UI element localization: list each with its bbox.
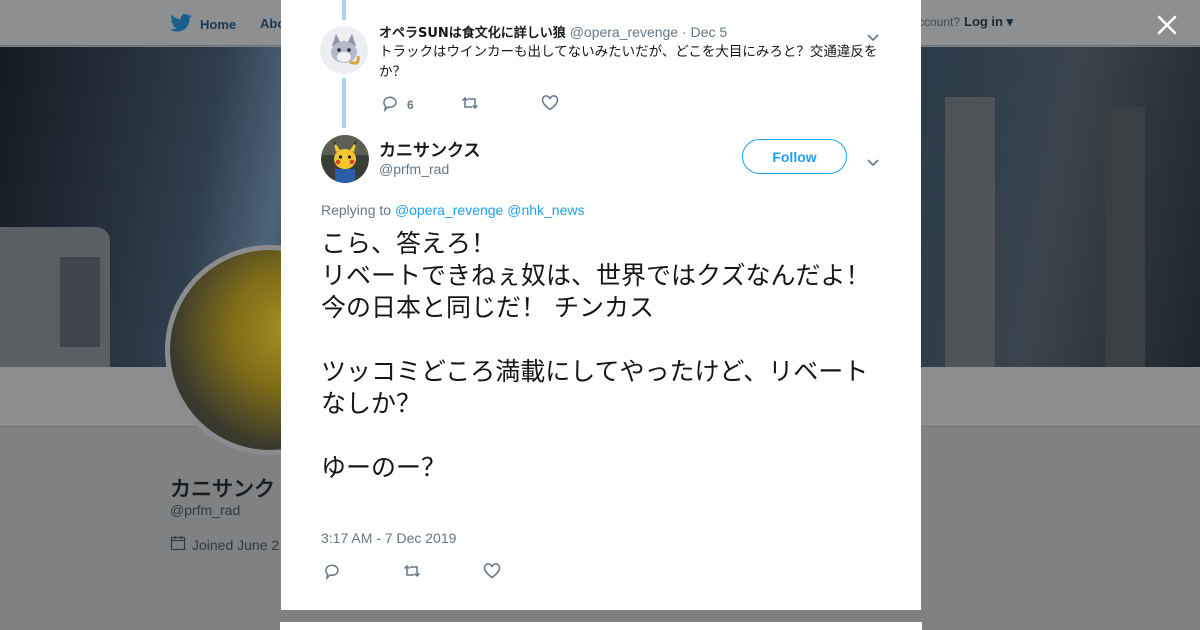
background-account-prompt: ccount? (918, 15, 961, 29)
background-nav-home: Home (170, 14, 236, 35)
tweet-text-line: ゆーのー？ (321, 453, 447, 482)
background-profile-name: カニサンク (170, 477, 275, 501)
parent-author-handle[interactable]: @opera_revenge (570, 24, 678, 40)
main-tweet-actions (323, 562, 501, 583)
thread-connector-line (342, 0, 346, 20)
nav-home-label: Home (200, 17, 237, 32)
retweet-icon (403, 562, 421, 583)
tweet-text-line (321, 420, 881, 452)
parent-tweet-text: トラックはウインカーも出してないみたいだが、どこを大目にみろと？交通違反をか？ (379, 44, 878, 80)
parent-reply-button[interactable]: 6 (381, 94, 461, 115)
tweet-modal: オペラSUNは食文化に詳しい狼 @opera_revenge · Dec 5 ト… (281, 0, 921, 610)
main-retweet-button[interactable] (403, 562, 483, 583)
tweet-text-line: リベートできねぇ奴は、世界ではクズなんだよ！ (321, 261, 871, 290)
login-label: Log in (964, 14, 1003, 29)
like-icon (541, 94, 559, 115)
chevron-down-icon (866, 153, 880, 172)
parent-like-button[interactable] (541, 94, 567, 115)
parent-tweet-header: オペラSUNは食文化に詳しい狼 @opera_revenge · Dec 5 (379, 22, 727, 41)
retweet-icon (461, 94, 479, 115)
replying-to-link[interactable]: @nhk_news (507, 202, 584, 218)
follow-button[interactable]: Follow (742, 139, 847, 174)
banner-truck-panel (945, 97, 995, 367)
parent-tweet-menu[interactable] (866, 28, 880, 42)
tweet-text-line: 今の日本と同じだ！ チンカス (321, 293, 654, 322)
banner-truck-panel-2 (1105, 107, 1145, 367)
main-author-name[interactable]: カニサンクス (379, 136, 481, 161)
main-like-button[interactable] (483, 562, 501, 583)
reply-count: 6 (407, 97, 414, 112)
reply-icon (381, 94, 399, 115)
replying-to-link[interactable]: @opera_revenge (395, 202, 503, 218)
background-login-link: Log in ▾ (964, 14, 1014, 29)
background-joined-info: Joined June 2 (170, 535, 279, 554)
main-tweet-menu[interactable] (866, 153, 880, 167)
replying-prefix: Replying to (321, 202, 392, 218)
parent-tweet-actions: 6 (381, 94, 567, 115)
twitter-bird-icon (170, 14, 192, 35)
main-author-avatar[interactable] (321, 135, 369, 183)
next-modal-card-edge (280, 622, 922, 630)
calendar-icon (170, 535, 186, 554)
parent-author-name[interactable]: オペラSUNは食文化に詳しい狼 (379, 26, 566, 41)
parent-retweet-button[interactable] (461, 94, 541, 115)
joined-label: Joined June 2 (192, 536, 280, 553)
reply-icon (323, 562, 341, 583)
close-icon (1154, 15, 1180, 42)
tweet-text-line (321, 324, 881, 356)
thread-connector-line (342, 78, 346, 128)
parent-author-avatar[interactable] (320, 26, 368, 74)
main-author-handle[interactable]: @prfm_rad (379, 161, 449, 177)
parent-tweet-date[interactable]: · Dec 5 (682, 24, 727, 40)
close-button[interactable] (1154, 12, 1180, 38)
tweet-text-line: こら、答えろ！ (321, 229, 497, 258)
main-reply-button[interactable] (323, 562, 403, 583)
main-tweet-timestamp[interactable]: 3:17 AM - 7 Dec 2019 (321, 530, 456, 546)
background-profile-handle: @prfm_rad (170, 502, 241, 518)
banner-truck-window (60, 257, 100, 347)
main-tweet-text: こら、答えろ！ リベートできねぇ奴は、世界ではクズなんだよ！ 今の日本と同じだ！… (321, 228, 881, 484)
like-icon (483, 562, 501, 583)
tweet-text-line: ツッコミどころ満載にしてやったけど、リベートなしか？ (321, 357, 869, 418)
replying-to-line: Replying to @opera_revenge @nhk_news (321, 202, 585, 218)
